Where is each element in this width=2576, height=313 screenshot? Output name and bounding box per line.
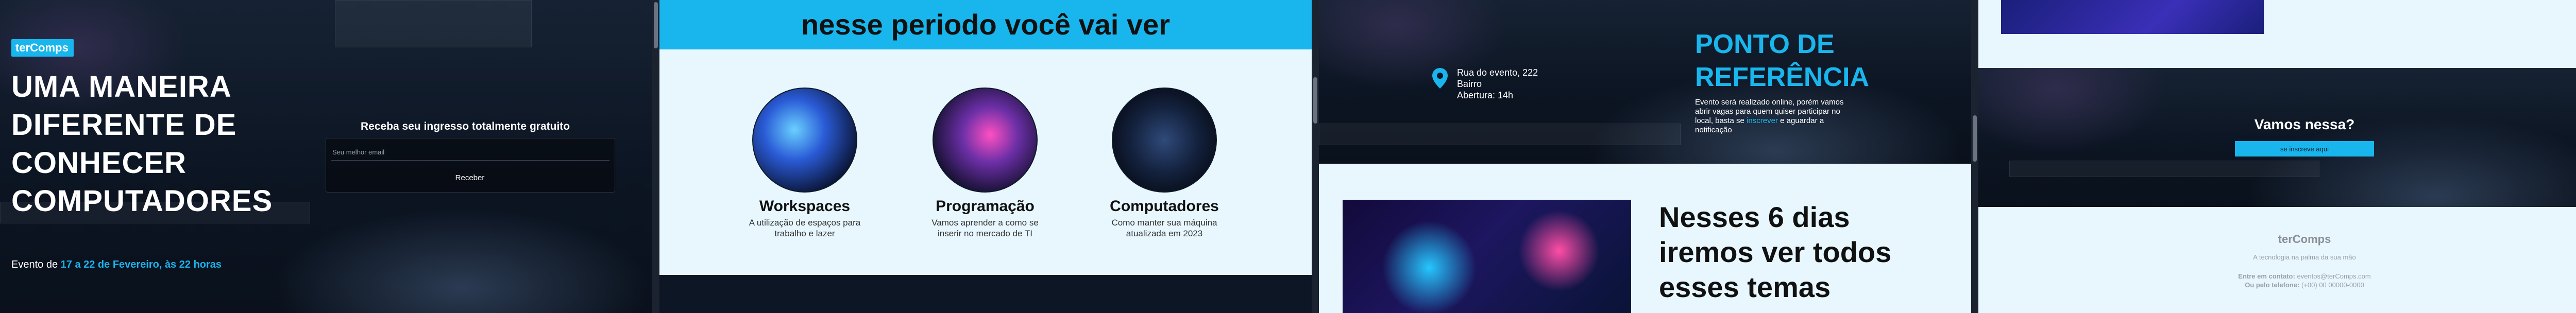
keyboard-photo-icon: [1112, 88, 1217, 193]
submit-button[interactable]: Receber: [331, 169, 608, 186]
reference-section: Rua do evento, 222 Bairro Abertura: 14h …: [1319, 0, 1971, 164]
email-field[interactable]: [331, 144, 609, 161]
hero-title: UMA MANEIRA DIFERENTE DE CONHECER COMPUT…: [11, 70, 273, 218]
scrollbar[interactable]: [1971, 0, 1978, 313]
signup-form: Receber: [326, 138, 615, 193]
signup-link[interactable]: inscrever: [1747, 116, 1778, 125]
event-prefix: Evento de: [11, 259, 58, 270]
scrollbar[interactable]: [652, 0, 659, 313]
dark-section-preview: [659, 275, 1312, 313]
contact-email-line: Entre em contato: eventos@terComps.com: [1978, 272, 2576, 281]
footer-screen: Vamos nessa? se inscreve aqui terComps A…: [1978, 0, 2576, 313]
event-address: Rua do evento, 222 Bairro Abertura: 14h: [1457, 67, 1538, 101]
feature-desc: Como manter sua máquina atualizada em 20…: [1111, 218, 1217, 238]
contact-phone-line: Ou pelo telefone: (+00) 00 00000-0000: [1978, 281, 2576, 289]
address-opening: Abertura: 14h: [1457, 90, 1514, 100]
scrollbar-thumb[interactable]: [654, 2, 658, 48]
address-district: Bairro: [1457, 79, 1482, 89]
feature-card-programacao: Programação Vamos aprender a como se ins…: [908, 88, 1062, 239]
desk-surface: [1319, 124, 1681, 145]
contact-label: Entre em contato:: [2238, 272, 2295, 280]
scrollbar[interactable]: [1312, 0, 1319, 313]
cta-section: Vamos nessa? se inscreve aqui: [1978, 68, 2576, 207]
cta-title: Vamos nessa?: [2254, 116, 2355, 132]
footer-brand: terComps: [2278, 233, 2331, 246]
event-dates: 17 a 22 de Fevereiro, às 22 horas: [60, 259, 222, 270]
themes-title: Nesses 6 dias iremos ver todos esses tem…: [1659, 201, 1892, 303]
feature-card-workspaces: Workspaces A utilização de espaços para …: [727, 88, 882, 239]
workspace-photo-icon: [752, 88, 857, 193]
footer-tagline: A tecnologia na palma da sua mão: [2253, 253, 2356, 261]
schedule-image: [2001, 0, 2264, 34]
feature-title: Computadores: [1110, 198, 1219, 215]
location-screen: Rua do evento, 222 Bairro Abertura: 14h …: [1319, 0, 1978, 313]
section-title: nesse periodo você vai ver: [659, 0, 1312, 49]
feature-desc: A utilização de espaços para trabalho e …: [749, 218, 861, 238]
location-pin-icon: [1432, 68, 1448, 89]
programming-photo-icon: [933, 88, 1038, 193]
phone-label: Ou pelo telefone:: [2245, 281, 2300, 289]
feature-desc: Vamos aprender a como se inserir no merc…: [931, 218, 1039, 238]
topics-screen: nesse periodo você vai ver Workspaces A …: [659, 0, 1319, 313]
event-date-text: Evento de 17 a 22 de Fevereiro, às 22 ho…: [11, 259, 222, 271]
reference-description: Evento será realizado online, porém vamo…: [1695, 98, 1860, 135]
hero-screen: terComps UMA MANEIRA DIFERENTE DE CONHEC…: [0, 0, 659, 313]
signup-button[interactable]: se inscreve aqui: [2235, 141, 2374, 156]
contact-phone[interactable]: (+00) 00 00000-0000: [2301, 281, 2364, 289]
tech-isometric-image: [1343, 200, 1631, 313]
scrollbar-thumb[interactable]: [1973, 115, 1977, 162]
feature-title: Workspaces: [759, 198, 851, 215]
feature-card-computadores: Computadores Como manter sua máquina atu…: [1087, 88, 1242, 239]
site-logo[interactable]: terComps: [11, 39, 74, 57]
monitor-shape: [335, 0, 532, 47]
signup-title: Receba seu ingresso totalmente gratuito: [361, 120, 570, 132]
address-street: Rua do evento, 222: [1457, 67, 1538, 78]
desk-surface: [2009, 161, 2319, 177]
desk-background-photo: [1978, 68, 2576, 207]
footer-contact: Entre em contato: eventos@terComps.com O…: [1978, 272, 2576, 289]
feature-title: Programação: [936, 198, 1035, 215]
reference-title: PONTO DE REFERÊNCIA: [1695, 29, 1870, 92]
scrollbar-thumb[interactable]: [1313, 77, 1317, 124]
contact-email[interactable]: eventos@terComps.com: [2297, 272, 2370, 280]
